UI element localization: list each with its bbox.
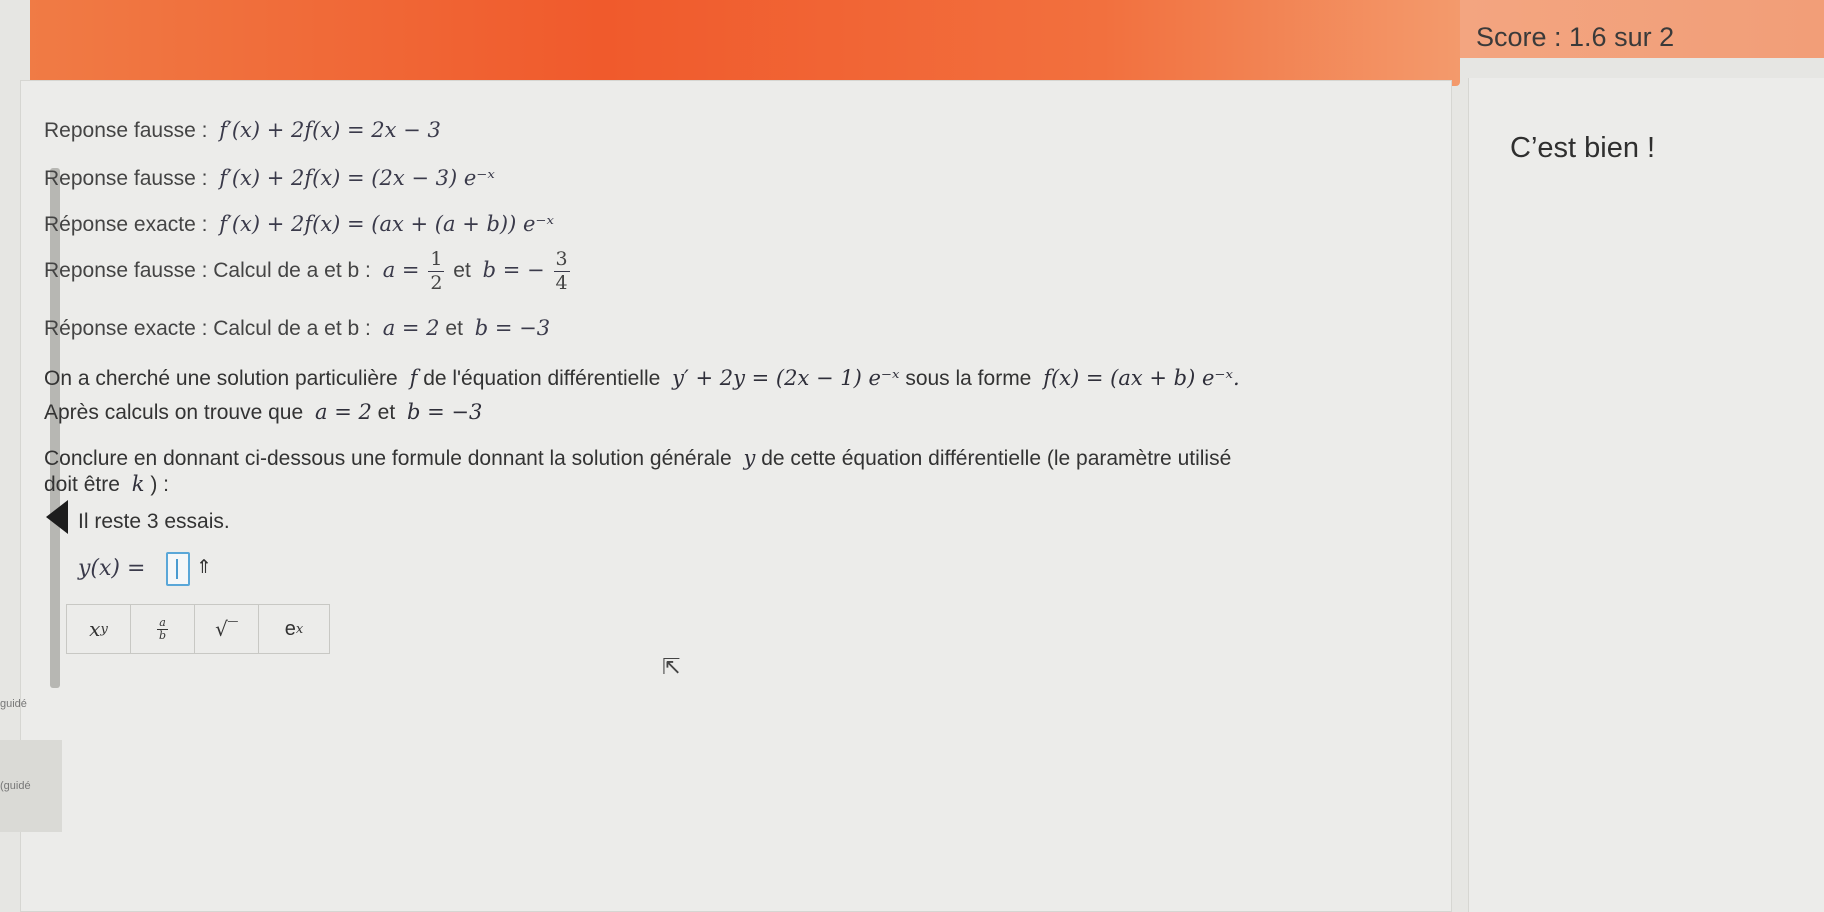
result-math: f′(x) + 2f(x) = 2x − 3 bbox=[219, 118, 441, 142]
question-text: Conclure en donnant ci-dessous une formu… bbox=[44, 447, 732, 470]
sqrt-icon: √‾ bbox=[215, 617, 238, 641]
math-toolbar: xy ab √‾ ex bbox=[66, 604, 330, 654]
question-text: ) : bbox=[150, 473, 169, 496]
question-card bbox=[20, 80, 1452, 912]
result-line-2: Reponse fausse : f′(x) + 2f(x) = (2x − 3… bbox=[44, 166, 495, 191]
score-text: Score : 1.6 sur 2 bbox=[1476, 22, 1675, 52]
result-prefix: Réponse exacte : Calcul de a et b : bbox=[44, 317, 371, 340]
question-math-a: a = 2 bbox=[315, 400, 372, 424]
power-button[interactable]: xy bbox=[67, 605, 131, 653]
question-text: et bbox=[377, 401, 396, 424]
answer-input[interactable] bbox=[166, 552, 190, 586]
header-banner bbox=[30, 0, 1460, 86]
result-mid: et bbox=[453, 259, 471, 283]
sidebar-label-guide: guidé bbox=[0, 698, 27, 710]
result-prefix: Réponse exacte : bbox=[44, 213, 208, 236]
result-math: f′(x) + 2f(x) = (2x − 3) e⁻ˣ bbox=[219, 166, 495, 190]
question-line-1: On a cherché une solution particulière f… bbox=[44, 366, 1240, 391]
expand-icon[interactable]: ⇑ bbox=[196, 556, 212, 579]
question-text: Après calculs on trouve que bbox=[44, 401, 304, 424]
text-caret bbox=[176, 559, 178, 579]
result-line-4: Reponse fausse : Calcul de a et b : a = … bbox=[44, 250, 573, 293]
question-text: de cette équation différentielle (le par… bbox=[761, 447, 1232, 470]
result-prefix: Reponse fausse : bbox=[44, 119, 208, 142]
question-form: f(x) = (ax + b) e⁻ˣ. bbox=[1043, 366, 1240, 390]
result-line-5: Réponse exacte : Calcul de a et b : a = … bbox=[44, 316, 550, 341]
result-prefix: Reponse fausse : bbox=[44, 167, 208, 190]
question-text: On a cherché une solution particulière bbox=[44, 367, 398, 390]
result-math: f′(x) + 2f(x) = (ax + (a + b)) e⁻ˣ bbox=[219, 212, 554, 236]
question-math-f: f bbox=[409, 366, 418, 390]
exp-button[interactable]: ex bbox=[259, 605, 329, 653]
left-scroll-rail[interactable] bbox=[50, 168, 60, 688]
question-text: doit être bbox=[44, 473, 120, 496]
result-math-b: b = − bbox=[482, 258, 545, 283]
result-line-3: Réponse exacte : f′(x) + 2f(x) = (ax + (… bbox=[44, 212, 554, 237]
result-math-a: a = bbox=[382, 258, 420, 283]
sqrt-button[interactable]: √‾ bbox=[195, 605, 259, 653]
question-math-k: k bbox=[131, 472, 145, 496]
fraction-a: 12 bbox=[428, 248, 445, 294]
result-prefix: Reponse fausse : Calcul de a et b : bbox=[44, 259, 371, 283]
question-text: sous la forme bbox=[905, 367, 1032, 390]
attempts-remaining: Il reste 3 essais. bbox=[78, 510, 230, 533]
result-line-1: Reponse fausse : f′(x) + 2f(x) = 2x − 3 bbox=[44, 118, 441, 143]
answer-label: y(x) = bbox=[78, 556, 146, 581]
feedback-message: C’est bien ! bbox=[1510, 132, 1656, 164]
fraction-b: 34 bbox=[553, 248, 570, 294]
question-math-b: b = −3 bbox=[407, 400, 483, 424]
question-line-3: Conclure en donnant ci-dessous une formu… bbox=[44, 446, 1231, 471]
question-line-4: doit être k ) : bbox=[44, 472, 169, 497]
question-equation: y′ + 2y = (2x − 1) e⁻ˣ bbox=[672, 366, 900, 390]
result-math: a = 2 bbox=[382, 316, 440, 340]
mouse-pointer-icon: ⇱ bbox=[662, 654, 681, 679]
question-text: de l'équation différentielle bbox=[423, 367, 661, 390]
fraction-button[interactable]: ab bbox=[131, 605, 195, 653]
sidebar-label-guide-2: (guidé bbox=[0, 780, 31, 792]
result-math-2: b = −3 bbox=[474, 316, 551, 340]
result-mid: et bbox=[445, 317, 463, 340]
feedback-panel bbox=[1468, 78, 1824, 912]
attempts-marker-icon bbox=[46, 500, 68, 534]
question-math-y: y bbox=[743, 446, 756, 470]
question-line-2: Après calculs on trouve que a = 2 et b =… bbox=[44, 400, 482, 425]
